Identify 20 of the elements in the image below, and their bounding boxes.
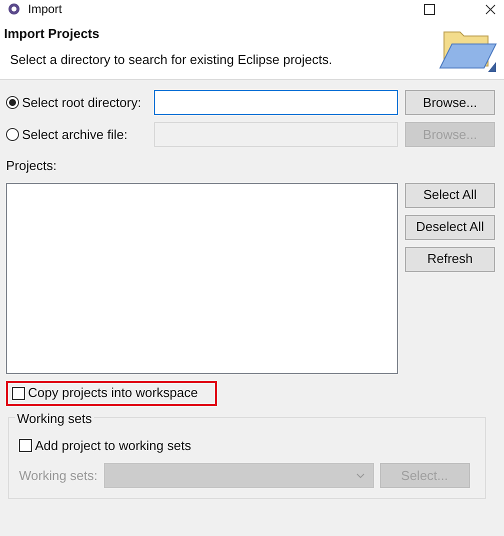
checkbox-label[interactable]: Copy projects into workspace xyxy=(28,383,198,403)
radio-label[interactable]: Select root directory: xyxy=(22,92,142,112)
radio-label[interactable]: Select archive file: xyxy=(22,124,128,144)
radio-button[interactable] xyxy=(6,96,19,109)
projects-label: Projects: xyxy=(6,157,58,175)
push-button[interactable]: Select All xyxy=(405,182,495,208)
close-icon[interactable] xyxy=(485,4,496,14)
push-button[interactable]: Deselect All xyxy=(405,214,495,240)
window-title: Import xyxy=(28,1,62,18)
page-description: Select a directory to search for existing Eclipse projects. xyxy=(9,50,334,69)
push-button[interactable]: Refresh xyxy=(405,246,495,272)
maximize-icon[interactable] xyxy=(424,4,435,14)
radio-button[interactable] xyxy=(6,128,19,141)
page-title: Import Projects xyxy=(4,25,100,43)
field-label: Working sets: xyxy=(19,466,98,485)
app-icon xyxy=(8,3,20,15)
path-field[interactable] xyxy=(154,90,398,115)
push-button[interactable]: Browse... xyxy=(405,90,495,115)
chevron-down-icon xyxy=(356,472,365,478)
checkbox[interactable] xyxy=(12,386,25,400)
